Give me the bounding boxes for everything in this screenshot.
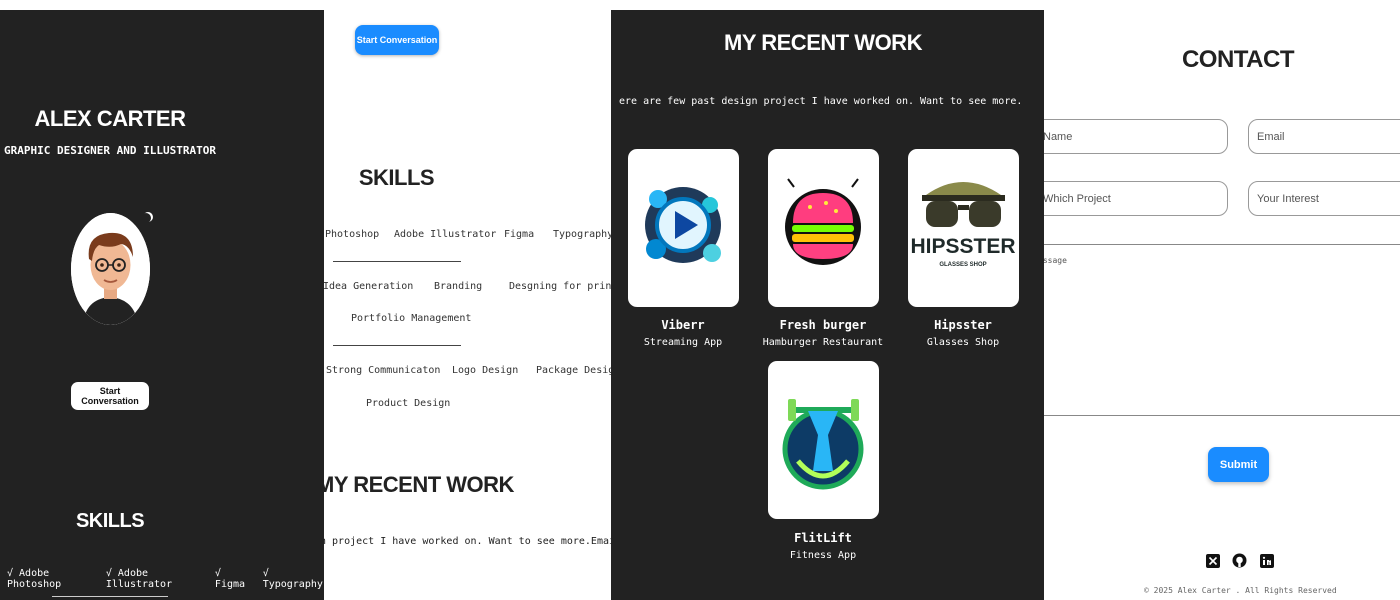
project-name: Viberr [661,318,705,332]
project-card-flitlift[interactable] [768,361,879,519]
skill-item: Typography [553,229,614,240]
project-subtitle: Fitness App [789,550,857,561]
hero-panel: ALEX CARTER GRAPHIC DESIGNER AND ILLUSTR… [0,10,324,600]
skill-item: Adobe Illustrator [394,229,497,240]
project-placeholder: Which Project [1044,192,1111,205]
skill-item: Logo Design [452,365,519,376]
avatar [71,213,150,325]
svg-text:HIPSSTER: HIPSSTER [910,235,1015,258]
interest-placeholder: Your Interest [1257,192,1319,205]
message-field[interactable]: essage [1044,256,1067,265]
skill-item: Portfolio Management [351,313,472,324]
skill-item: √ Adobe Photoshop [7,568,62,590]
recent-work-description: n project I have worked on. Want to see … [324,536,629,547]
skill-item: Package Design [536,365,621,376]
skill-item: Desgning for print [509,281,618,292]
skill-item: Product Design [366,398,451,409]
svg-text:GLASSES SHOP: GLASSES SHOP [939,262,986,268]
glasses-logo-icon: HIPSSTER GLASSES SHOP [910,182,1016,268]
light-skills-panel: Start Conversation SKILLS Photoshop Adob… [324,0,629,600]
contact-panel: CONTACT Name Email Which Project Your In… [1044,0,1400,600]
name-field[interactable]: Name [1044,119,1228,154]
linkedin-icon[interactable] [1259,553,1274,568]
footer-copyright: © 2025 Alex Carter . All Rights Reserved [1144,586,1337,595]
skills-title: SKILLS [75,510,145,532]
skill-item: Branding [434,281,483,292]
divider [333,345,461,346]
contact-title: CONTACT [1181,46,1295,73]
project-card-hipsster[interactable]: HIPSSTER GLASSES SHOP [908,149,1019,307]
dark-mode-toggle-icon[interactable] [141,213,151,223]
start-conversation-button[interactable]: Start Conversation [71,382,149,410]
hero-subtitle: GRAPHIC DESIGNER AND ILLUSTRATOR [4,144,216,157]
github-icon[interactable] [1232,553,1247,568]
project-subtitle: Hamburger Restaurant [762,337,884,348]
project-card-fresh-burger[interactable] [768,149,879,307]
recent-work-description: ere are few past design project I have w… [619,96,1023,107]
start-conversation-button[interactable]: Start Conversation [355,25,439,55]
message-bottom-border [1044,415,1400,416]
project-field[interactable]: Which Project [1044,181,1228,216]
x-icon[interactable] [1205,553,1220,568]
name-placeholder: Name [1044,130,1073,143]
project-card-viberr[interactable] [628,149,739,307]
recent-work-title: MY RECENT WORK [324,472,514,497]
project-name: FlitLift [794,531,852,545]
recent-work-panel: MY RECENT WORK ere are few past design p… [611,0,1044,600]
project-subtitle: Glasses Shop [926,337,1000,348]
skill-item: Figma [504,229,535,240]
divider [333,261,461,262]
fitness-logo-icon [782,399,864,490]
social-links [1205,553,1274,568]
project-subtitle: Streaming App [643,337,723,348]
skill-item: √ Typography [262,568,323,590]
message-top-border [1044,244,1400,245]
skill-item: Strong Communicaton [326,365,441,376]
email-field[interactable]: Email [1248,119,1400,154]
project-name: Hipsster [934,318,992,332]
skill-item: √ Adobe Illustrator [105,568,173,590]
skills-title: SKILLS [358,165,435,190]
hero-name: ALEX CARTER [34,106,186,131]
skill-item: Photoshop [325,229,380,240]
recent-work-title: MY RECENT WORK [724,30,922,55]
skills-list: √ Adobe Photoshop √ Adobe Illustrator √ … [7,568,324,590]
project-name: Fresh burger [779,318,867,332]
burger-logo-icon [785,178,861,265]
skill-item: Idea Generation [324,281,414,292]
skill-item: √ Figma [214,568,246,590]
divider [52,596,168,597]
interest-field[interactable]: Your Interest [1248,181,1400,216]
submit-button[interactable]: Submit [1208,447,1269,482]
play-logo-icon [645,187,721,263]
email-placeholder: Email [1257,130,1285,143]
